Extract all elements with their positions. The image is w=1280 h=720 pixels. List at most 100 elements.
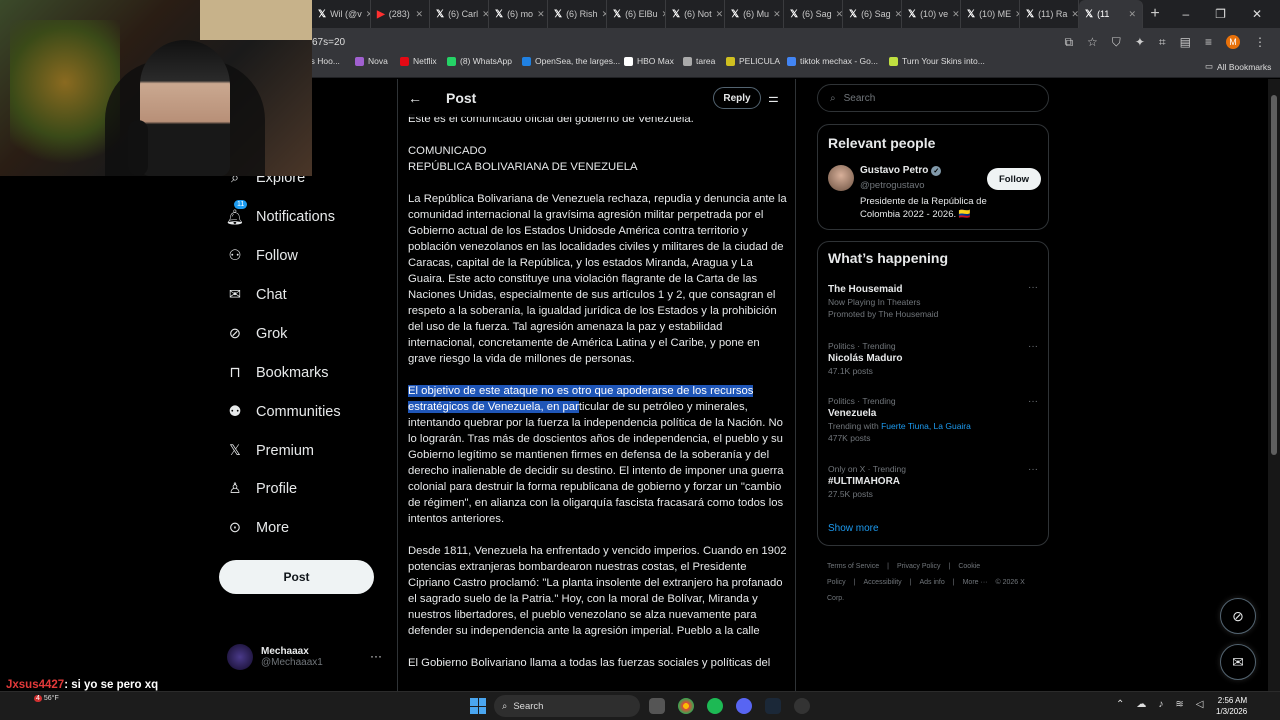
close-icon[interactable]: ✕ [415, 9, 423, 20]
follow-button[interactable]: Follow [987, 168, 1041, 190]
more-icon[interactable]: ··· [1028, 464, 1038, 475]
nav-item-chat[interactable]: ✉ Chat [226, 286, 287, 304]
close-icon[interactable]: ✕ [773, 9, 781, 20]
shield-icon[interactable]: ⛉ [1112, 35, 1121, 50]
bookmark-item[interactable]: HBO Max [624, 56, 674, 66]
restore-icon[interactable]: ❐ [1215, 7, 1226, 21]
more-icon[interactable]: ··· [1028, 282, 1038, 293]
more-icon[interactable]: ··· [1028, 341, 1038, 352]
browser-tab[interactable]: 𝕏 (11 ✕ [1079, 0, 1143, 28]
bookmark-item[interactable]: (8) WhatsApp [447, 56, 512, 66]
url-field[interactable]: 67s=20 [312, 37, 345, 48]
bookmark-item[interactable]: PELICULA [726, 56, 780, 66]
footer-link[interactable]: Privacy Policy [897, 563, 941, 570]
steam-icon[interactable] [765, 698, 781, 714]
close-icon[interactable]: ✕ [895, 9, 901, 20]
post-button[interactable]: Post [219, 560, 374, 594]
minimize-icon[interactable]: – [1182, 7, 1189, 21]
scrollbar-thumb[interactable] [1271, 95, 1277, 455]
avatar[interactable] [828, 165, 854, 191]
browser-tab[interactable]: 𝕏 (6) Not ✕ [666, 0, 725, 28]
grok-fab[interactable]: ⊘ [1220, 598, 1256, 634]
media-icon[interactable]: ≡ [1205, 35, 1212, 49]
footer-link[interactable]: Terms of Service [827, 563, 879, 570]
taskbar-search[interactable]: ⌕ Search [494, 695, 640, 717]
trend-item[interactable]: Politics · Trending Venezuela Trending wit… [828, 396, 1042, 443]
bookmark-item[interactable]: tarea [683, 56, 715, 66]
weather-widget[interactable]: 4 56°F [34, 695, 59, 702]
search-input[interactable]: ⌕ Search [817, 84, 1049, 112]
close-icon[interactable]: ✕ [1071, 9, 1078, 20]
close-window-icon[interactable]: ✕ [1252, 7, 1262, 21]
account-more-icon[interactable]: ··· [370, 649, 382, 663]
show-more-link[interactable]: Show more [828, 523, 879, 534]
browser-tab[interactable]: 𝕏(10) ME✕ [961, 0, 1020, 28]
close-icon[interactable]: ✕ [537, 9, 545, 20]
reply-button[interactable]: Reply [713, 87, 761, 109]
install-icon[interactable]: ⧉ [1064, 35, 1073, 50]
back-arrow-icon[interactable]: ← [408, 90, 422, 106]
browser-tab[interactable]: 𝕏(6) ElBu✕ [607, 0, 666, 28]
bookmark-item[interactable]: tiktok mechax - Go... [787, 56, 878, 66]
close-icon[interactable]: ✕ [952, 9, 960, 20]
close-icon[interactable]: ✕ [716, 9, 724, 20]
close-icon[interactable]: ✕ [1128, 9, 1136, 20]
bookmark-item[interactable]: Netflix [400, 56, 437, 66]
discord-icon[interactable] [736, 698, 752, 714]
menu-icon[interactable]: ⋮ [1254, 35, 1266, 49]
footer-link[interactable]: More ··· [963, 579, 988, 586]
browser-tab[interactable]: 𝕏 (6) Sag ✕ [843, 0, 902, 28]
footer-link[interactable]: Ads info [919, 579, 944, 586]
nav-item-follow[interactable]: ⚇ Follow [226, 247, 298, 265]
more-icon[interactable]: ··· [1028, 396, 1038, 407]
close-icon[interactable]: ✕ [836, 9, 842, 20]
bookmark-item[interactable]: Nova [355, 56, 388, 66]
profile-avatar[interactable]: M [1226, 35, 1240, 49]
page-scrollbar[interactable] [1268, 79, 1280, 691]
close-icon[interactable]: ✕ [482, 9, 488, 20]
browser-tab[interactable]: 𝕏 (10) ve ✕ [902, 0, 961, 28]
all-bookmarks[interactable]: ▭ All Bookmarks [1205, 61, 1271, 72]
sliders-icon[interactable]: ⚌ [768, 91, 779, 105]
nav-item-bookmarks[interactable]: ⊓ Bookmarks [226, 364, 328, 382]
microphone-icon[interactable]: ♪ [1158, 699, 1163, 710]
browser-tab[interactable]: 𝕏 (6) Sag ✕ [784, 0, 843, 28]
nav-item-grok[interactable]: ⊘ Grok [226, 325, 288, 343]
extension-icon[interactable]: ✦ [1135, 35, 1145, 49]
trend-item[interactable]: Only on X · Trending #ULTIMAHORA 27.5K pos… [828, 464, 1042, 499]
browser-tab[interactable]: ▶ (283) ✕ [371, 0, 430, 28]
nav-item-notifications[interactable]: 🔔︎ 11 Notifications [226, 200, 335, 226]
messages-fab[interactable]: ✉ [1220, 644, 1256, 680]
trend-item[interactable]: Politics · Trending Nicolás Maduro 47.1K p… [828, 341, 1042, 376]
nav-item-more[interactable]: ⊙ More [226, 519, 289, 537]
account-switcher[interactable]: Mechaaax @Mechaaax1 [227, 644, 323, 670]
browser-tab[interactable]: 𝕏 (6) Mu ✕ [725, 0, 784, 28]
windows-start-icon[interactable] [470, 698, 486, 714]
volume-icon[interactable]: ◁ [1196, 699, 1204, 710]
trend-item[interactable]: The Housemaid Now Playing In Theaters Prom… [828, 282, 1042, 319]
cloud-icon[interactable]: ☁ [1136, 699, 1146, 710]
browser-tab[interactable]: 𝕏Wil (@v✕ [312, 0, 371, 28]
browser-tab[interactable]: 𝕏 (6) Carl ✕ [430, 0, 489, 28]
bookmark-item[interactable]: OpenSea, the larges... [522, 56, 620, 66]
new-tab-button[interactable]: + [1143, 5, 1167, 23]
spotify-icon[interactable] [707, 698, 723, 714]
sidepanel-icon[interactable]: ▤ [1180, 35, 1191, 49]
wifi-icon[interactable]: ≋ [1175, 699, 1183, 710]
puzzle-icon[interactable]: ⌗ [1159, 35, 1166, 50]
nav-item-communities[interactable]: ⚉ Communities [226, 403, 341, 421]
trend-link[interactable]: Fuerte Tiuna, La Guaira [881, 421, 971, 431]
app-icon[interactable] [794, 698, 810, 714]
nav-item-profile[interactable]: ♙ Profile [226, 480, 298, 498]
file-explorer-icon[interactable] [649, 698, 665, 714]
footer-link[interactable]: Accessibility [864, 579, 902, 586]
star-icon[interactable]: ☆ [1087, 35, 1098, 49]
chevron-up-icon[interactable]: ⌃ [1116, 699, 1124, 710]
person-name[interactable]: Gustavo Petro ✓ [860, 165, 942, 176]
browser-tab[interactable]: 𝕏 (11) Ra ✕ [1020, 0, 1079, 28]
chrome-icon[interactable] [678, 698, 694, 714]
taskbar-clock[interactable]: 2:56 AM 1/3/2026 [1216, 695, 1247, 717]
browser-tab[interactable]: 𝕏 (6) mo ✕ [489, 0, 548, 28]
bookmark-item[interactable]: Turn Your Skins into... [889, 56, 985, 66]
browser-tab[interactable]: 𝕏(6) Rish✕ [548, 0, 607, 28]
